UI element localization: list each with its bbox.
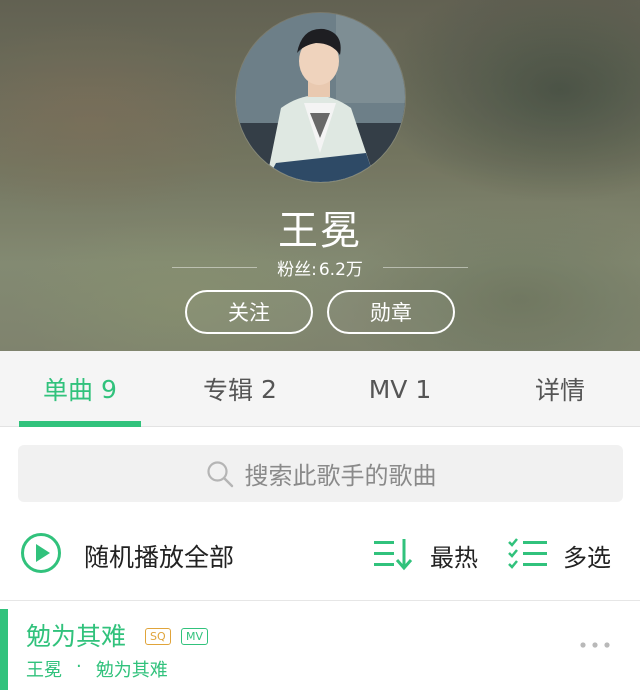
multi-select-button[interactable]: 多选 — [563, 538, 611, 573]
search-icon — [206, 460, 233, 487]
tab-albums-count: 2 — [261, 374, 277, 404]
fans-divider-left — [172, 266, 258, 268]
song-list-item[interactable]: 勉为其难 SQ MV 王冕 · 勉为其难 — [0, 601, 640, 690]
tab-bar: 单曲 9 专辑 2 MV 1 详情 — [0, 351, 640, 427]
song-title: 勉为其难 — [26, 622, 127, 651]
tab-singles-count: 9 — [101, 374, 117, 404]
fans-divider-right — [382, 266, 468, 268]
song-album: 勉为其难 — [95, 660, 168, 681]
tab-mv-label: MV — [368, 374, 408, 404]
tab-mv[interactable]: MV 1 — [320, 351, 480, 427]
avatar-photo — [236, 13, 405, 182]
fans-row: 粉丝: 6.2万 — [0, 254, 640, 280]
tab-details[interactable]: 详情 — [480, 351, 640, 427]
song-search-input[interactable]: 搜索此歌手的歌曲 — [18, 445, 623, 502]
tab-mv-count: 1 — [415, 374, 432, 404]
shuffle-all-button[interactable]: 随机播放全部 — [84, 538, 234, 574]
song-artist: 王冕 — [26, 660, 62, 681]
play-circle-icon[interactable] — [20, 532, 62, 574]
badge-button[interactable]: 勋章 — [327, 290, 455, 334]
multi-select-icon[interactable] — [507, 536, 549, 572]
sort-icon[interactable] — [372, 536, 414, 572]
song-subtitle: 王冕 · 勉为其难 — [26, 656, 168, 682]
active-tab-indicator — [19, 421, 141, 427]
tab-details-label: 详情 — [534, 376, 585, 405]
mv-badge[interactable]: MV — [181, 628, 209, 645]
tab-singles-label: 单曲 — [43, 376, 94, 405]
more-icon[interactable] — [578, 637, 612, 653]
now-playing-indicator — [0, 609, 8, 690]
actions-row: 随机播放全部 最热 多选 — [0, 520, 640, 586]
sort-hot-button[interactable]: 最热 — [430, 538, 478, 573]
artist-avatar[interactable] — [236, 13, 405, 182]
tab-albums-label: 专辑 — [203, 376, 254, 405]
tab-albums[interactable]: 专辑 2 — [160, 351, 320, 427]
tab-singles[interactable]: 单曲 9 — [0, 351, 160, 427]
search-placeholder: 搜索此歌手的歌曲 — [244, 462, 437, 490]
fans-info: 粉丝: 6.2万 — [277, 255, 363, 280]
artist-name: 王冕 — [278, 208, 362, 254]
fans-count: 6.2万 — [318, 259, 363, 280]
sq-quality-badge: SQ — [145, 628, 171, 645]
follow-button[interactable]: 关注 — [185, 290, 313, 334]
song-separator: · — [76, 656, 82, 677]
artist-header: 王冕 粉丝: 6.2万 关注 勋章 — [0, 0, 640, 351]
fans-label: 粉丝: — [277, 259, 317, 280]
